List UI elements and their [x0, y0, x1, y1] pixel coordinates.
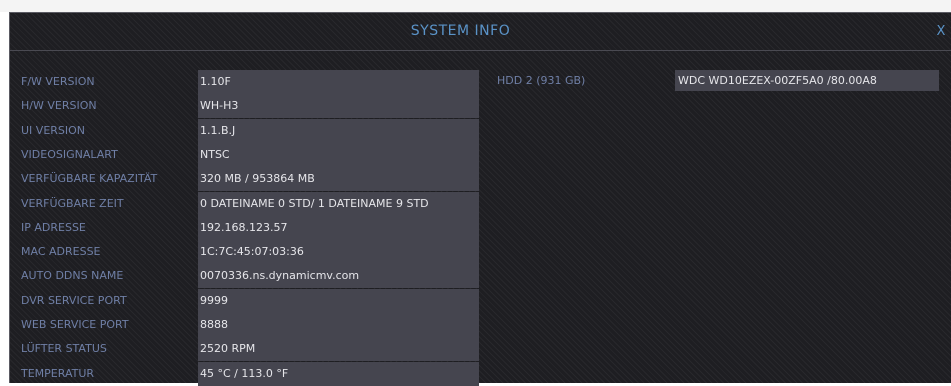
- info-row-value: 0 DATEINAME 0 STD/ 1 DATEINAME 9 STD: [198, 191, 479, 216]
- info-row: TEMPERATUR 45 °C / 113.0 °F: [10, 361, 490, 386]
- info-row-label: LÜFTER STATUS: [21, 342, 107, 356]
- info-row-label: AUTO DDNS NAME: [21, 269, 124, 283]
- info-row-label: VERFÜGBARE KAPAZITÄT: [21, 172, 158, 186]
- hdd-label: HDD 2 (931 GB): [497, 74, 586, 87]
- info-row-value: 45 °C / 113.0 °F: [198, 361, 479, 386]
- info-row: VIDEOSIGNALART NTSC: [10, 142, 490, 167]
- info-row-value: NTSC: [198, 142, 479, 167]
- info-row-value: 320 MB / 953864 MB: [198, 167, 479, 192]
- info-row-value: 1C:7C:45:07:03:36: [198, 240, 479, 265]
- info-row-label: UI VERSION: [21, 123, 86, 137]
- info-row: WEB SERVICE PORT 8888: [10, 313, 490, 337]
- info-row: VERFÜGBARE KAPAZITÄT 320 MB / 953864 MB: [10, 167, 490, 192]
- info-row-value: 8888: [198, 313, 479, 337]
- info-row-value: 1.10F: [198, 70, 479, 94]
- info-row: MAC ADRESSE 1C:7C:45:07:03:36: [10, 240, 490, 265]
- info-row-value: 1.1.B.J: [198, 118, 479, 143]
- info-row-label: DVR SERVICE PORT: [21, 293, 127, 307]
- info-row-label: IP ADRESSE: [21, 220, 86, 234]
- dialog-title: SYSTEM INFO: [410, 23, 511, 39]
- background-window-strip: [0, 0, 951, 12]
- info-row: DVR SERVICE PORT 9999: [10, 288, 490, 313]
- info-row: AUTO DDNS NAME 0070336.ns.dynamicmv.com: [10, 264, 490, 289]
- hdd-value: WDC WD10EZEX-00ZF5A0 /80.00A8: [675, 70, 939, 91]
- info-row: UI VERSION 1.1.B.J: [10, 118, 490, 143]
- close-button[interactable]: X: [931, 13, 951, 50]
- info-row-label: F/W VERSION: [21, 75, 95, 88]
- info-row-label: MAC ADRESSE: [21, 245, 101, 259]
- info-row-label: WEB SERVICE PORT: [21, 318, 129, 331]
- info-row-value: 9999: [198, 288, 479, 313]
- screen: SYSTEM INFO X F/W VERSION 1.10F H/W VERSIO…: [0, 0, 951, 386]
- info-row: IP ADRESSE 192.168.123.57: [10, 215, 490, 240]
- info-row: F/W VERSION 1.10F: [10, 70, 490, 94]
- dialog-titlebar: SYSTEM INFO X: [10, 13, 951, 51]
- info-row: VERFÜGBARE ZEIT 0 DATEINAME 0 STD/ 1 DATE…: [10, 191, 490, 216]
- info-row-value: 0070336.ns.dynamicmv.com: [198, 264, 479, 289]
- info-row-value: WH-H3: [198, 94, 479, 119]
- info-row: LÜFTER STATUS 2520 RPM: [10, 337, 490, 362]
- info-row: H/W VERSION WH-H3: [10, 94, 490, 119]
- info-row-label: TEMPERATUR: [21, 366, 95, 380]
- system-info-dialog: SYSTEM INFO X F/W VERSION 1.10F H/W VERSIO…: [9, 12, 951, 386]
- info-row-value: 2520 RPM: [198, 337, 479, 362]
- info-row-label: H/W VERSION: [21, 99, 97, 113]
- info-row-value: 192.168.123.57: [198, 215, 479, 240]
- info-row-label: VIDEOSIGNALART: [21, 147, 118, 161]
- info-row-label: VERFÜGBARE ZEIT: [21, 196, 124, 210]
